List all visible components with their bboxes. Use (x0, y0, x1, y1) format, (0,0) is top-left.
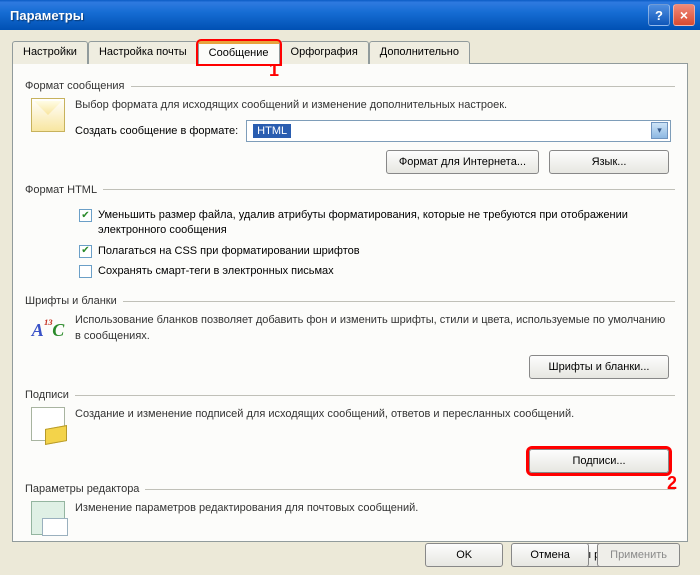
group-fonts: Шрифты и бланки A¹³C Использование бланк… (25, 295, 675, 383)
callout-2: 2 (667, 473, 677, 494)
internet-format-button[interactable]: Формат для Интернета... (386, 150, 539, 174)
fonts-icon: A¹³C (31, 313, 65, 347)
dialog-content: Настройки Настройка почты Сообщение Орфо… (0, 30, 700, 552)
legend-signatures: Подписи (25, 389, 69, 401)
apply-button: Применить (597, 543, 680, 567)
format-select[interactable]: HTML ▾ (246, 120, 671, 142)
checkbox-icon (79, 265, 92, 278)
tab-mail-setup[interactable]: Настройка почты (88, 41, 198, 64)
legend-message-format: Формат сообщения (25, 80, 125, 92)
signature-icon (31, 407, 65, 441)
check-save-smarttags[interactable]: Сохранять смарт-теги в электронных письм… (79, 264, 671, 279)
titlebar: Параметры ? × (0, 0, 700, 30)
dialog-buttons: OK Отмена Применить (425, 543, 680, 567)
editor-desc: Изменение параметров редактирования для … (75, 501, 671, 517)
window-title: Параметры (10, 8, 645, 23)
close-button[interactable]: × (673, 4, 695, 26)
format-desc: Выбор формата для исходящих сообщений и … (75, 98, 671, 114)
format-select-value: HTML (253, 124, 291, 138)
create-in-format-label: Создать сообщение в формате: (75, 125, 238, 137)
checkbox-icon (79, 209, 92, 222)
tab-settings[interactable]: Настройки (12, 41, 88, 64)
tab-advanced[interactable]: Дополнительно (369, 41, 470, 64)
fonts-and-stationery-button[interactable]: Шрифты и бланки... (529, 355, 669, 379)
check-reduce-size[interactable]: Уменьшить размер файла, удалив атрибуты … (79, 208, 671, 238)
tab-pane: 1 Формат сообщения Выбор формата для исх… (12, 63, 688, 542)
chevron-down-icon: ▾ (651, 122, 668, 139)
group-signatures: Подписи Создание и изменение подписей дл… (25, 389, 675, 477)
editor-icon (31, 501, 65, 535)
fonts-desc: Использование бланков позволяет добавить… (75, 313, 671, 345)
legend-fonts: Шрифты и бланки (25, 295, 117, 307)
envelope-icon (31, 98, 65, 132)
signatures-desc: Создание и изменение подписей для исходя… (75, 407, 671, 423)
tabstrip: Настройки Настройка почты Сообщение Орфо… (12, 40, 688, 63)
tab-spelling[interactable]: Орфография (280, 41, 369, 64)
signatures-button[interactable]: Подписи... (529, 449, 669, 473)
legend-html-format: Формат HTML (25, 184, 97, 196)
language-button[interactable]: Язык... (549, 150, 669, 174)
group-message-format: Формат сообщения Выбор формата для исход… (25, 80, 675, 178)
checkbox-icon (79, 245, 92, 258)
check-rely-css[interactable]: Полагаться на CSS при форматировании шри… (79, 244, 671, 259)
tab-message[interactable]: Сообщение (198, 41, 280, 64)
legend-editor: Параметры редактора (25, 483, 139, 495)
ok-button[interactable]: OK (425, 543, 503, 567)
group-html-format: Формат HTML Уменьшить размер файла, удал… (25, 184, 675, 289)
help-button[interactable]: ? (648, 4, 670, 26)
cancel-button[interactable]: Отмена (511, 543, 589, 567)
